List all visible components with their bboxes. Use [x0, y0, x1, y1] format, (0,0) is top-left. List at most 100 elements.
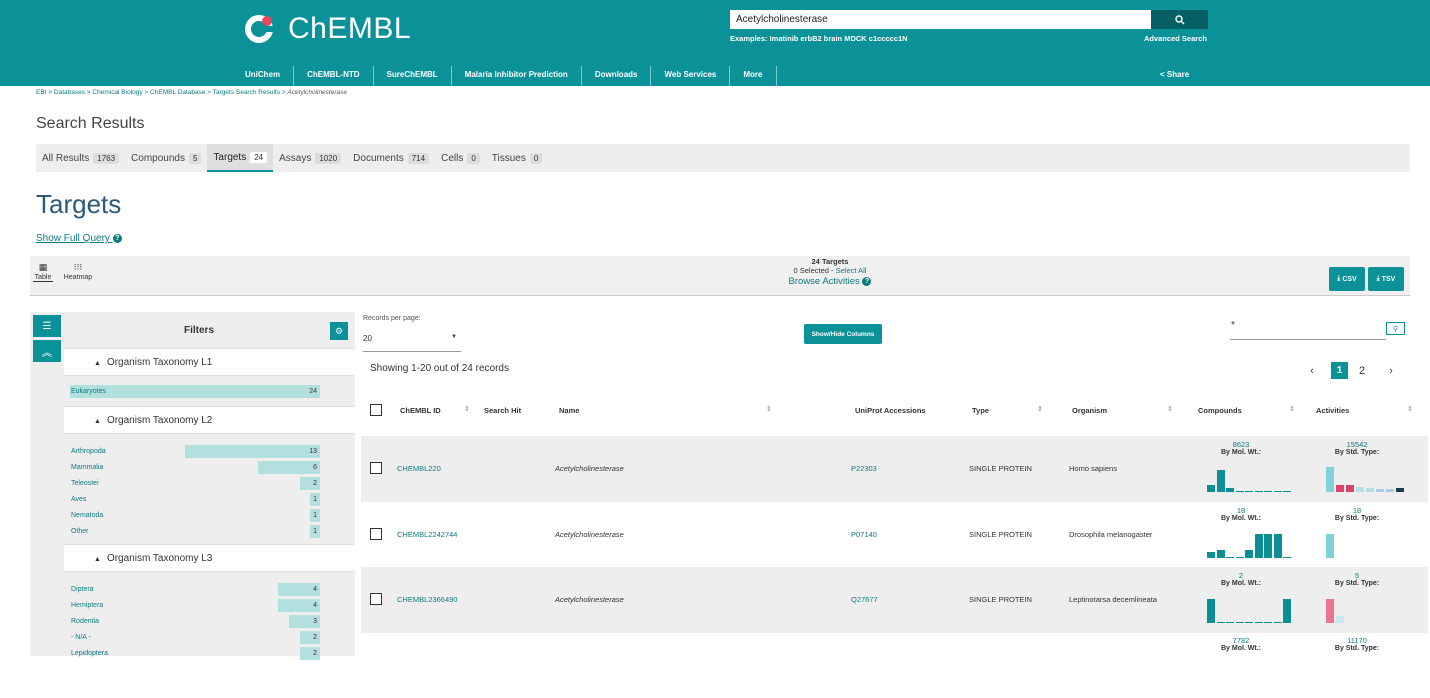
page-1-button[interactable]: 1	[1331, 362, 1348, 379]
filter-item[interactable]: Lepidoptera 2	[70, 647, 320, 660]
mol-wt-histogram[interactable]	[1207, 464, 1297, 492]
row-checkbox[interactable]	[370, 528, 382, 540]
col-organism[interactable]: Organism	[1072, 406, 1107, 415]
chembl-id-link[interactable]: CHEMBL2366490	[397, 595, 457, 604]
download-tsv-button[interactable]: ⤓ TSV	[1368, 267, 1404, 291]
nav-unichem[interactable]: UniChem	[232, 66, 295, 86]
compounds-count-link[interactable]: 2	[1196, 571, 1286, 580]
col-activities[interactable]: Activities	[1316, 406, 1349, 415]
compounds-count-link[interactable]: 7782	[1196, 636, 1286, 645]
search-input[interactable]	[730, 10, 1151, 29]
crumb-chembl[interactable]: ChEMBL Database	[150, 89, 205, 96]
download-csv-button[interactable]: ⤓ CSV	[1329, 267, 1365, 291]
filter-toggle-button[interactable]: ☰	[33, 315, 61, 337]
crumb-targets[interactable]: Targets Search Results	[213, 89, 280, 96]
nav-web-services[interactable]: Web Services	[651, 66, 731, 86]
filter-item[interactable]: Teleostei 2	[70, 477, 320, 490]
tab-assays[interactable]: Assays 1020	[273, 144, 347, 172]
filter-item[interactable]: Hemiptera 4	[70, 599, 320, 612]
filter-item[interactable]: Mammalia 6	[70, 461, 320, 474]
help-icon[interactable]: ?	[112, 234, 122, 243]
filter-item[interactable]: Rodentia 3	[70, 615, 320, 628]
histogram-bar	[1254, 490, 1263, 492]
sort-icon[interactable]: ⇕	[1289, 405, 1295, 413]
mol-wt-histogram[interactable]	[1207, 530, 1297, 558]
col-compounds[interactable]: Compounds	[1198, 406, 1242, 415]
mol-wt-histogram[interactable]	[1207, 595, 1297, 623]
sort-icon[interactable]: ⇕	[464, 405, 470, 413]
tab-compounds[interactable]: Compounds 5	[125, 144, 207, 172]
select-all-checkbox[interactable]	[370, 404, 382, 416]
row-checkbox[interactable]	[370, 593, 382, 605]
table-search-input[interactable]: *	[1230, 318, 1386, 340]
activities-count-link[interactable]: 5	[1312, 571, 1402, 580]
sort-icon[interactable]: ⇕	[1037, 405, 1043, 413]
std-type-histogram[interactable]	[1326, 530, 1416, 558]
nav-more[interactable]: More	[730, 66, 777, 86]
activities-count-link[interactable]: 15542	[1312, 440, 1402, 449]
nav-malaria[interactable]: Malaria Inhibitor Prediction	[452, 66, 582, 86]
tab-cells[interactable]: Cells 0	[435, 144, 486, 172]
compounds-count-link[interactable]: 8623	[1196, 440, 1286, 449]
filter-item[interactable]: - N/A - 2	[70, 631, 320, 644]
crumb-ebi[interactable]: EBI	[36, 89, 46, 96]
show-full-query-link[interactable]: Show Full Query ?	[36, 233, 122, 244]
filter-item[interactable]: Nematoda 1	[70, 509, 320, 522]
tab-documents[interactable]: Documents 714	[347, 144, 435, 172]
next-page-button[interactable]: ›	[1384, 362, 1398, 379]
std-type-histogram[interactable]	[1326, 595, 1416, 623]
col-uniprot[interactable]: UniProt Accessions	[855, 406, 926, 415]
filter-group-l3[interactable]: ▲ Organism Taxonomy L3	[64, 544, 355, 572]
filter-item[interactable]: Arthropoda 13	[70, 445, 320, 458]
uniprot-link[interactable]: Q27677	[851, 595, 878, 604]
page-2-button[interactable]: 2	[1355, 362, 1369, 379]
search-button[interactable]	[1151, 10, 1208, 29]
compounds-count-link[interactable]: 18	[1196, 506, 1286, 515]
search-examples[interactable]: Examples: Imatinib erbB2 brain MDCK c1cc…	[730, 34, 908, 43]
filter-group-l2[interactable]: ▲ Organism Taxonomy L2	[64, 406, 355, 434]
chembl-id-link[interactable]: CHEMBL2242744	[397, 530, 457, 539]
filter-item[interactable]: Diptera 4	[70, 583, 320, 596]
crumb-databases[interactable]: Databases	[54, 89, 85, 96]
filter-item[interactable]: Aves 1	[70, 493, 320, 506]
filter-settings-button[interactable]: ⚙	[330, 322, 348, 340]
caret-up-icon: ▲	[94, 418, 101, 425]
crumb-chembio[interactable]: Chemical Biology	[92, 89, 142, 96]
tab-tissues[interactable]: Tissues 0	[486, 144, 549, 172]
chembl-logo[interactable]: ChEMBL	[244, 12, 411, 46]
prev-page-button[interactable]: ‹	[1305, 362, 1319, 379]
uniprot-link[interactable]: P07140	[851, 530, 877, 539]
view-heatmap-button[interactable]: ⁝⁝⁝ Heatmap	[60, 262, 96, 281]
col-chembl-id[interactable]: ChEMBL ID	[400, 406, 441, 415]
show-hide-columns-button[interactable]: Show/Hide Columns	[804, 324, 882, 344]
std-type-histogram[interactable]	[1326, 464, 1416, 492]
filter-item[interactable]: Other 1	[70, 525, 320, 538]
col-type[interactable]: Type	[972, 406, 989, 415]
nav-surechembl[interactable]: SureChEMBL	[374, 66, 452, 86]
collapse-up-button[interactable]: ︽	[33, 340, 61, 362]
uniprot-link[interactable]: P22303	[851, 464, 877, 473]
records-per-page-select[interactable]: 20 ▼	[363, 328, 461, 352]
activities-count-link[interactable]: 11170	[1312, 636, 1402, 645]
help-icon[interactable]: ?	[862, 277, 872, 286]
tab-targets[interactable]: Targets 24	[207, 144, 274, 172]
sort-icon[interactable]: ⇕	[766, 405, 772, 413]
share-button[interactable]: < Share	[1160, 70, 1189, 79]
chembl-id-link[interactable]: CHEMBL220	[397, 464, 441, 473]
tab-all-results[interactable]: All Results 1763	[36, 144, 125, 172]
row-checkbox[interactable]	[370, 462, 382, 474]
col-search-hit[interactable]: Search Hit	[484, 406, 521, 415]
filter-item[interactable]: Eukaryotes 24	[70, 385, 320, 398]
view-table-button[interactable]: ▦ Table	[33, 262, 53, 282]
advanced-search-link[interactable]: Advanced Search	[1144, 34, 1207, 43]
select-all-link[interactable]: Select All	[836, 266, 867, 275]
sort-icon[interactable]: ⇕	[1407, 405, 1413, 413]
filter-group-l1[interactable]: ▲ Organism Taxonomy L1	[64, 348, 355, 376]
col-name[interactable]: Name	[559, 406, 579, 415]
table-search-button[interactable]: ⚲	[1386, 322, 1405, 335]
nav-downloads[interactable]: Downloads	[582, 66, 652, 86]
nav-chembl-ntd[interactable]: ChEMBL-NTD	[294, 66, 374, 86]
sort-icon[interactable]: ⇕	[1167, 405, 1173, 413]
activities-count-link[interactable]: 18	[1312, 506, 1402, 515]
browse-activities-link[interactable]: Browse Activities ?	[730, 276, 930, 287]
